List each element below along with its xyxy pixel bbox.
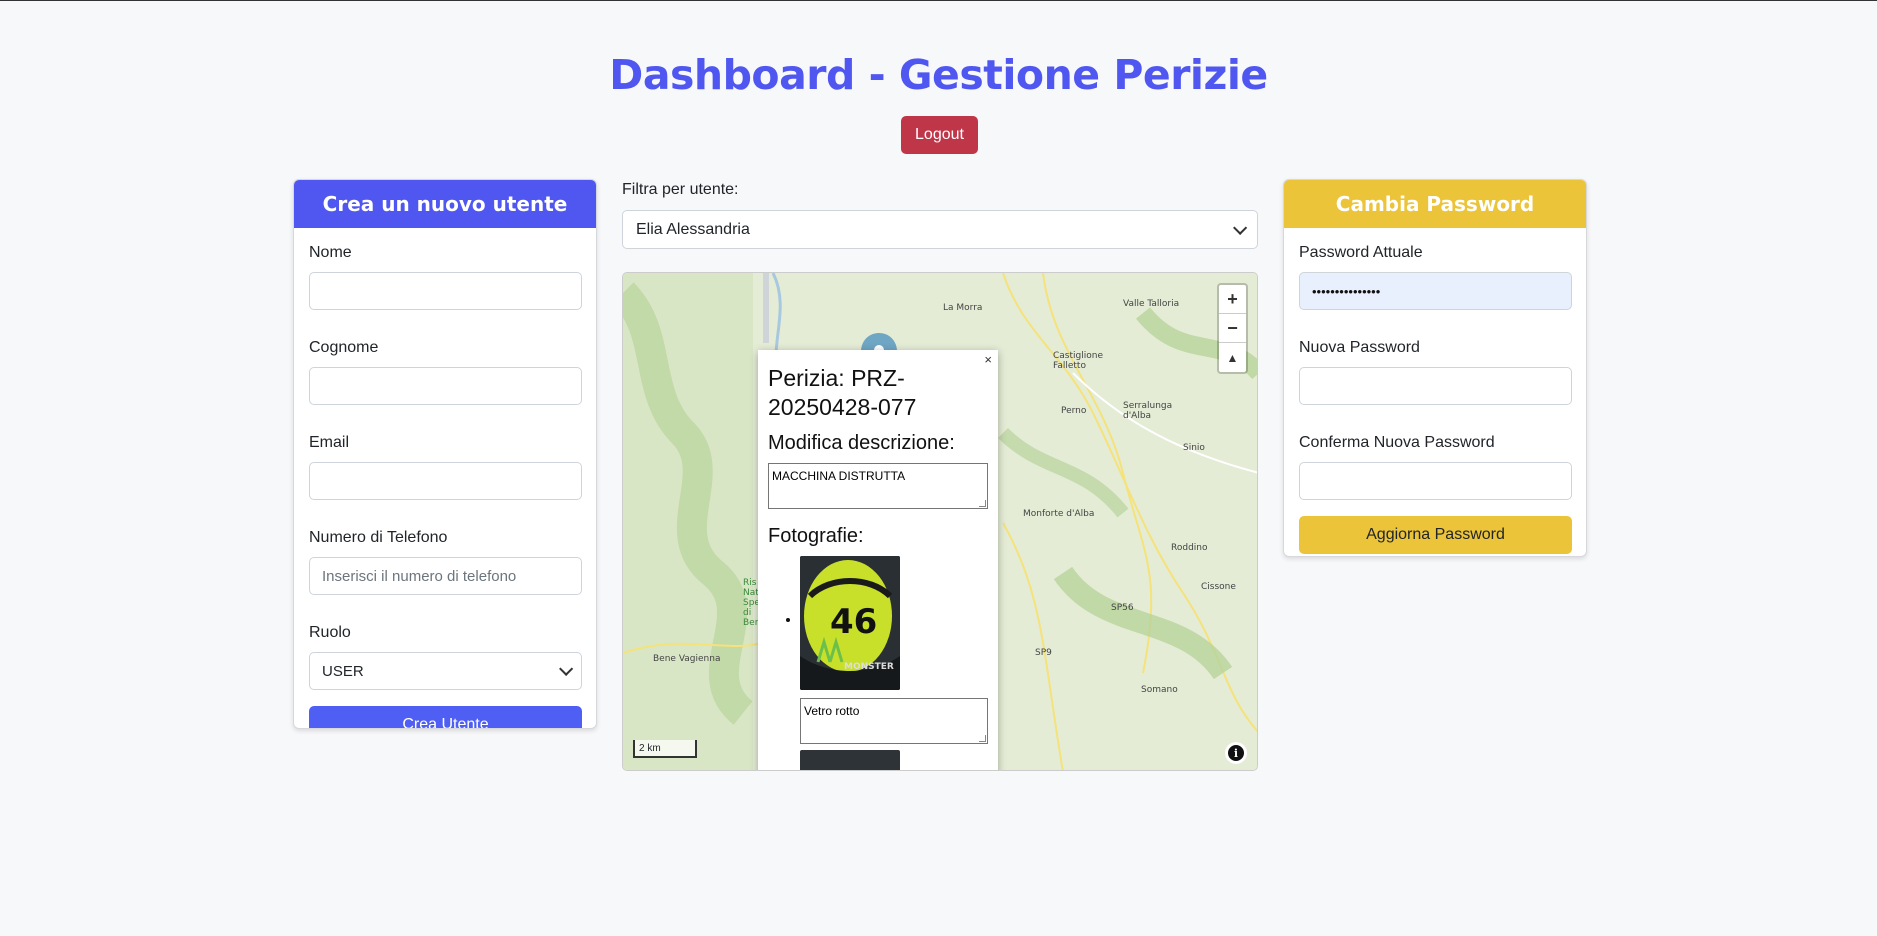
compass-icon[interactable]: ▲ xyxy=(1219,343,1246,372)
close-icon[interactable]: × xyxy=(984,352,992,367)
place-label: SP9 xyxy=(1035,648,1052,658)
nome-label: Nome xyxy=(309,244,352,261)
info-icon: i xyxy=(1228,745,1244,761)
photo-thumbnail[interactable] xyxy=(800,750,900,770)
place-label: SP56 xyxy=(1111,603,1134,613)
edit-description-label: Modifica descrizione: xyxy=(768,432,955,454)
current-password-label: Password Attuale xyxy=(1299,244,1423,261)
place-label: Monforte d'Alba xyxy=(1023,509,1095,519)
new-password-label: Nuova Password xyxy=(1299,339,1420,356)
map-scale: 2 km xyxy=(633,740,697,758)
ruolo-value: USER xyxy=(322,662,364,680)
telefono-label: Numero di Telefono xyxy=(309,529,448,546)
chevron-down-icon xyxy=(559,661,574,676)
aggiorna-password-button[interactable]: Aggiorna Password xyxy=(1299,516,1572,554)
photo-caption-textarea[interactable]: Vetro rotto xyxy=(800,698,988,744)
page-title: Dashboard - Gestione Perizie xyxy=(609,51,1268,99)
bullet-icon xyxy=(786,618,790,622)
email-label: Email xyxy=(309,434,350,451)
user-filter-select[interactable]: Elia Alessandria xyxy=(622,210,1258,249)
place-label: Cissone xyxy=(1201,582,1236,592)
photo-brand: MONSTER xyxy=(844,662,894,672)
change-password-header: Cambia Password xyxy=(1284,180,1586,228)
place-label: Bene Vagienna xyxy=(653,654,721,664)
create-user-header: Crea un nuovo utente xyxy=(294,180,596,228)
zoom-out-button[interactable]: − xyxy=(1219,314,1246,343)
logout-button[interactable]: Logout xyxy=(901,116,978,154)
place-label: La Morra xyxy=(943,303,983,313)
map[interactable]: La Morra Valle Talloria Castiglione Fall… xyxy=(622,272,1258,771)
zoom-in-button[interactable]: + xyxy=(1219,285,1246,314)
place-label: Somano xyxy=(1141,685,1178,695)
cognome-label: Cognome xyxy=(309,339,379,356)
telefono-input[interactable]: Inserisci il numero di telefono xyxy=(309,557,582,595)
filter-label: Filtra per utente: xyxy=(622,181,739,198)
place-label: Roddino xyxy=(1171,543,1208,553)
perizia-popup: × Perizia: PRZ-20250428-077 Modifica des… xyxy=(758,350,998,770)
place-label: Castiglione Falletto xyxy=(1053,351,1103,371)
ruolo-label: Ruolo xyxy=(309,624,351,641)
place-label: Valle Talloria xyxy=(1123,299,1180,309)
crea-utente-button[interactable]: Crea Utente xyxy=(309,706,582,728)
place-label: Serralunga d'Alba xyxy=(1123,401,1173,421)
zoom-controls: + − ▲ xyxy=(1217,283,1248,374)
photos-label: Fotografie: xyxy=(768,525,864,547)
current-password-input[interactable]: ••••••••••••••• xyxy=(1299,272,1572,310)
email-input[interactable] xyxy=(309,462,582,500)
create-user-card: Crea un nuovo utente Nome Cognome Email … xyxy=(293,179,597,729)
photo-list-item: 46 MONSTER Vetro rotto xyxy=(786,556,988,770)
cognome-input[interactable] xyxy=(309,367,582,405)
confirm-password-label: Conferma Nuova Password xyxy=(1299,434,1495,451)
photo-thumbnail[interactable]: 46 MONSTER xyxy=(800,556,900,690)
change-password-card: Cambia Password Password Attuale •••••••… xyxy=(1283,179,1587,557)
filter-selected-value: Elia Alessandria xyxy=(636,220,750,238)
confirm-password-input[interactable] xyxy=(1299,462,1572,500)
place-label: Sinio xyxy=(1183,443,1205,453)
chevron-down-icon xyxy=(1233,220,1248,235)
nome-input[interactable] xyxy=(309,272,582,310)
perizia-title: Perizia: PRZ-20250428-077 xyxy=(768,365,917,420)
description-textarea[interactable]: MACCHINA DISTRUTTA xyxy=(768,463,988,509)
attribution-button[interactable]: i xyxy=(1225,742,1247,764)
new-password-input[interactable] xyxy=(1299,367,1572,405)
ruolo-select[interactable]: USER xyxy=(309,652,582,690)
photo-number: 46 xyxy=(830,602,878,642)
place-label: Perno xyxy=(1061,406,1087,416)
